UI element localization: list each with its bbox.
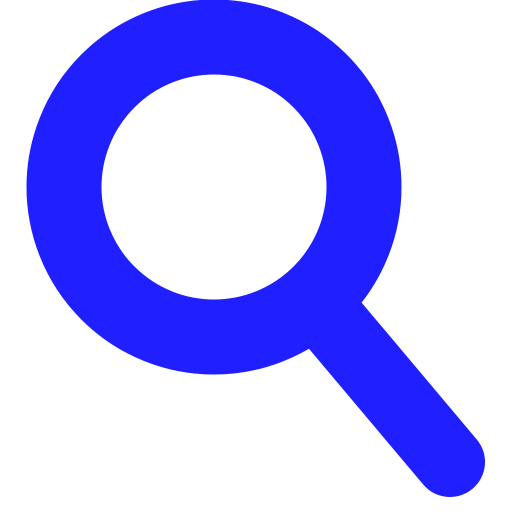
- magnifier-handle: [277, 263, 485, 497]
- magnifier-glyph: [26, 0, 485, 497]
- search-icon[interactable]: [0, 0, 512, 512]
- icon-canvas: [0, 0, 512, 512]
